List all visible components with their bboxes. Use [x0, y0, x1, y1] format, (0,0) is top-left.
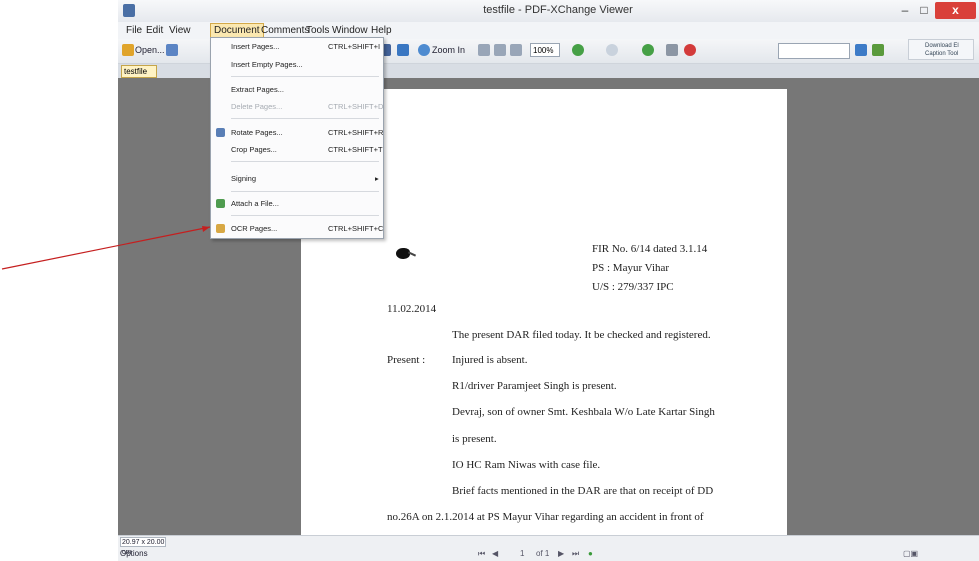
menu-item-insert-empty-pages[interactable]: Insert Empty Pages...: [211, 58, 383, 72]
present-line-1: Injured is absent.: [452, 354, 528, 366]
menu-separator: [231, 76, 379, 77]
attach-file-icon: [216, 199, 225, 208]
menu-help[interactable]: Help: [371, 25, 392, 36]
dar-line: The present DAR filed today. It be check…: [452, 329, 711, 341]
menu-item-shortcut: CTRL+SHIFT+D: [328, 102, 384, 111]
find-icon[interactable]: [855, 44, 867, 56]
close-button[interactable]: x: [935, 2, 976, 19]
tools-icon[interactable]: [872, 44, 884, 56]
zoom-in-button[interactable]: Zoom In: [432, 45, 465, 55]
menu-item-label: Crop Pages...: [231, 145, 277, 154]
menu-item-shortcut: CTRL+SHIFT+R: [328, 128, 384, 137]
menu-item-rotate-pages[interactable]: Rotate Pages... CTRL+SHIFT+R: [211, 126, 383, 140]
menu-item-ocr-pages[interactable]: OCR Pages... CTRL+SHIFT+C: [211, 222, 383, 236]
menu-separator: [231, 191, 379, 192]
last-page-icon[interactable]: ⏭: [572, 549, 579, 559]
menu-edit[interactable]: Edit: [146, 25, 163, 36]
previous-page-icon[interactable]: ◀: [492, 549, 498, 558]
snapshot-icon[interactable]: [397, 44, 409, 56]
us-line: U/S : 279/337 IPC: [592, 281, 674, 293]
maximize-button[interactable]: □: [915, 2, 933, 19]
ocr-pages-icon: [216, 224, 225, 233]
page-size-readout: 20.97 x 20.00 cm: [120, 537, 166, 556]
open-button[interactable]: Open...: [135, 45, 165, 55]
present-line-3: Devraj, son of owner Smt. Keshbala W/o L…: [452, 406, 715, 418]
ps-line: PS : Mayur Vihar: [592, 262, 670, 274]
next-page-icon[interactable]: ▶: [558, 549, 564, 558]
menu-item-delete-pages: Delete Pages... CTRL+SHIFT+D: [211, 100, 383, 114]
menu-comments[interactable]: Comments: [261, 25, 309, 36]
menu-separator: [231, 215, 379, 216]
date-line: 11.02.2014: [387, 303, 437, 315]
menu-item-attach-file[interactable]: Attach a File...: [211, 197, 383, 211]
menu-item-label: Insert Pages...: [231, 42, 280, 51]
back-icon[interactable]: [572, 44, 584, 56]
menu-separator: [231, 161, 379, 162]
document-menu-dropdown: Insert Pages... CTRL+SHIFT+I Insert Empt…: [210, 37, 384, 239]
present-line-4: is present.: [452, 433, 497, 445]
actual-size-icon[interactable]: [478, 44, 490, 56]
fit-width-icon[interactable]: [510, 44, 522, 56]
search-input[interactable]: [778, 43, 850, 59]
first-page-icon[interactable]: ⏮: [478, 549, 485, 559]
help-banner[interactable]: Download El Caption Tool: [908, 39, 974, 60]
menu-item-signing[interactable]: Signing ▸: [211, 172, 383, 186]
screenshot: testfile - PDF-XChange Viewer – □ x File…: [0, 0, 979, 561]
options-button[interactable]: Options: [120, 549, 148, 558]
menu-item-label: Extract Pages...: [231, 85, 284, 94]
app-logo-icon: [123, 4, 135, 17]
menu-item-label: Insert Empty Pages...: [231, 60, 303, 69]
present-line-2: R1/driver Paramjeet Singh is present.: [452, 380, 617, 392]
zoom-level-field[interactable]: 100%: [530, 43, 560, 57]
view-mode-icon[interactable]: ▢▣: [903, 549, 918, 558]
status-bar: 20.97 x 20.00 cm Options ⏮ ◀ 1 of 1 ▶ ⏭ …: [118, 535, 979, 561]
menu-item-label: OCR Pages...: [231, 224, 278, 233]
zoom-in-icon[interactable]: [418, 44, 430, 56]
menu-separator: [231, 118, 379, 119]
present-line-5: IO HC Ram Niwas with case file.: [452, 459, 601, 471]
present-label: Present :: [387, 354, 426, 366]
menu-tools[interactable]: Tools: [306, 25, 329, 36]
open-folder-icon[interactable]: [122, 44, 134, 56]
page-number-field[interactable]: 1: [520, 549, 524, 558]
tab-testfile[interactable]: testfile: [121, 65, 157, 78]
menu-item-crop-pages[interactable]: Crop Pages... CTRL+SHIFT+T: [211, 143, 383, 157]
menu-window[interactable]: Window: [332, 25, 368, 36]
menu-item-extract-pages[interactable]: Extract Pages...: [211, 83, 383, 97]
menu-item-shortcut: CTRL+SHIFT+I: [328, 42, 381, 51]
save-icon[interactable]: [166, 44, 178, 56]
rotate-pages-icon: [216, 128, 225, 137]
menu-document[interactable]: Document: [210, 23, 264, 38]
submenu-arrow-icon: ▸: [375, 174, 379, 183]
menu-item-label: Rotate Pages...: [231, 128, 283, 137]
menu-item-label: Delete Pages...: [231, 102, 283, 111]
menu-view[interactable]: View: [169, 25, 191, 36]
menu-item-insert-pages[interactable]: Insert Pages... CTRL+SHIFT+I: [211, 40, 383, 54]
menu-item-shortcut: CTRL+SHIFT+C: [328, 224, 384, 233]
forward-icon[interactable]: [606, 44, 618, 56]
present-line-6: Brief facts mentioned in the DAR are tha…: [452, 485, 714, 497]
red-stamp-icon[interactable]: [684, 44, 696, 56]
window-title: testfile - PDF-XChange Viewer: [483, 4, 633, 16]
menu-item-label: Attach a File...: [231, 199, 279, 208]
menu-file[interactable]: File: [126, 25, 142, 36]
fir-line: FIR No. 6/14 dated 3.1.14: [592, 243, 708, 255]
page-count-label: of 1: [536, 549, 550, 558]
menu-item-shortcut: CTRL+SHIFT+T: [328, 145, 383, 154]
menu-item-label: Signing: [231, 174, 257, 183]
status-back-icon[interactable]: ●: [588, 549, 593, 558]
fit-page-icon[interactable]: [494, 44, 506, 56]
minimize-button[interactable]: –: [896, 2, 914, 19]
title-bar: testfile - PDF-XChange Viewer – □ x: [118, 0, 979, 23]
stamp-icon[interactable]: [666, 44, 678, 56]
present-line-7: no.26A on 2.1.2014 at PS Mayur Vihar reg…: [387, 511, 704, 523]
green-circle-icon[interactable]: [642, 44, 654, 56]
